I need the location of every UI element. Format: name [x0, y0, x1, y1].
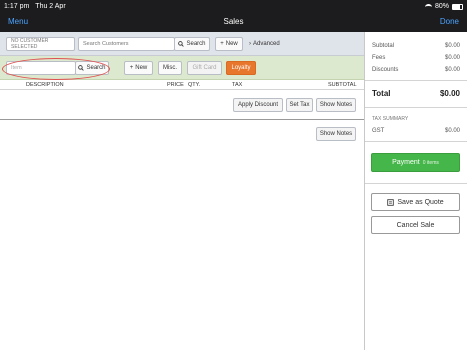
nav-bar: Menu Sales Done [0, 13, 467, 32]
total-value: $0.00 [439, 89, 460, 98]
col-subtotal: SUBTOTAL [328, 82, 357, 88]
total-row: Total $0.00 [372, 89, 460, 98]
done-button[interactable]: Done [440, 17, 459, 26]
customer-search-input[interactable]: Search Customers [78, 37, 175, 51]
discounts-value: $0.00 [444, 67, 460, 73]
table-header: DESCRIPTION PRICE QTY. TAX SUBTOTAL [0, 80, 364, 90]
gst-value: $0.00 [444, 128, 460, 134]
col-description: DESCRIPTION [26, 82, 64, 88]
wifi-icon [424, 3, 432, 10]
customer-search-label: Search [186, 41, 206, 47]
fees-value: $0.00 [444, 55, 460, 61]
status-time: 1:17 pm [4, 3, 30, 10]
sale-pane: NO CUSTOMER SELECTED Search Customers Se… [0, 32, 364, 350]
col-price: PRICE [167, 82, 184, 88]
subtotal-value: $0.00 [444, 43, 460, 49]
payment-label: Payment [392, 159, 420, 166]
battery-label: 80% [434, 3, 449, 10]
battery-icon [452, 3, 463, 10]
total-label: Total [372, 89, 391, 98]
set-tax-button[interactable]: Set Tax [286, 98, 313, 112]
tax-summary-heading: TAX SUMMARY [372, 116, 460, 122]
advanced-link[interactable]: › Advanced [249, 41, 280, 47]
payment-button[interactable]: Payment 0 items [371, 153, 460, 172]
new-customer-button[interactable]: + New [215, 37, 243, 51]
divider [365, 80, 467, 81]
col-tax: TAX [232, 82, 243, 88]
sale-actions: Apply Discount Set Tax Show Notes [0, 90, 364, 120]
save-quote-button[interactable]: Save as Quote [371, 193, 460, 211]
gst-label: GST [372, 128, 385, 134]
summary-pane: Subtotal $0.00 Fees $0.00 Discounts $0.0… [365, 32, 467, 350]
new-item-button[interactable]: + New [124, 61, 153, 75]
quote-icon [387, 198, 395, 206]
payment-item-count: 0 items [422, 159, 439, 166]
show-notes-button[interactable]: Show Notes [316, 98, 356, 112]
fees-label: Fees [372, 55, 386, 61]
chevron-right-icon: › [249, 41, 251, 47]
save-quote-label: Save as Quote [397, 198, 444, 206]
discounts-label: Discounts [372, 67, 399, 73]
plus-icon: + [220, 41, 224, 47]
plus-icon: + [129, 65, 134, 71]
highlight-annotation [2, 58, 110, 80]
page-title: Sales [223, 17, 244, 26]
gst-row: GST $0.00 [372, 128, 460, 134]
customer-bar: NO CUSTOMER SELECTED Search Customers Se… [0, 32, 364, 56]
new-item-label: New [135, 65, 148, 71]
col-qty: QTY. [188, 82, 201, 88]
customer-search-button[interactable]: Search [174, 37, 210, 51]
loyalty-button[interactable]: Loyalty [226, 61, 256, 75]
new-customer-label: New [225, 41, 238, 47]
cancel-sale-button[interactable]: Cancel Sale [371, 216, 460, 234]
search-icon [178, 41, 185, 47]
status-date: Thu 2 Apr [35, 3, 66, 10]
customer-selected-box[interactable]: NO CUSTOMER SELECTED [6, 37, 75, 51]
gift-card-button[interactable]: Gift Card [187, 61, 222, 75]
divider [365, 107, 467, 108]
misc-button[interactable]: Misc. [158, 61, 182, 75]
fees-row: Fees $0.00 [372, 55, 460, 61]
subtotal-label: Subtotal [372, 43, 395, 49]
status-bar: 1:17 pm Thu 2 Apr 80% [0, 0, 467, 13]
discounts-row: Discounts $0.00 [372, 67, 460, 73]
apply-discount-button[interactable]: Apply Discount [233, 98, 283, 112]
divider [365, 141, 467, 142]
divider [365, 183, 467, 184]
tax-summary-label: TAX SUMMARY [372, 116, 409, 122]
advanced-label: Advanced [253, 41, 280, 47]
subtotal-row: Subtotal $0.00 [372, 43, 460, 49]
show-notes-button-secondary[interactable]: Show Notes [316, 127, 356, 141]
